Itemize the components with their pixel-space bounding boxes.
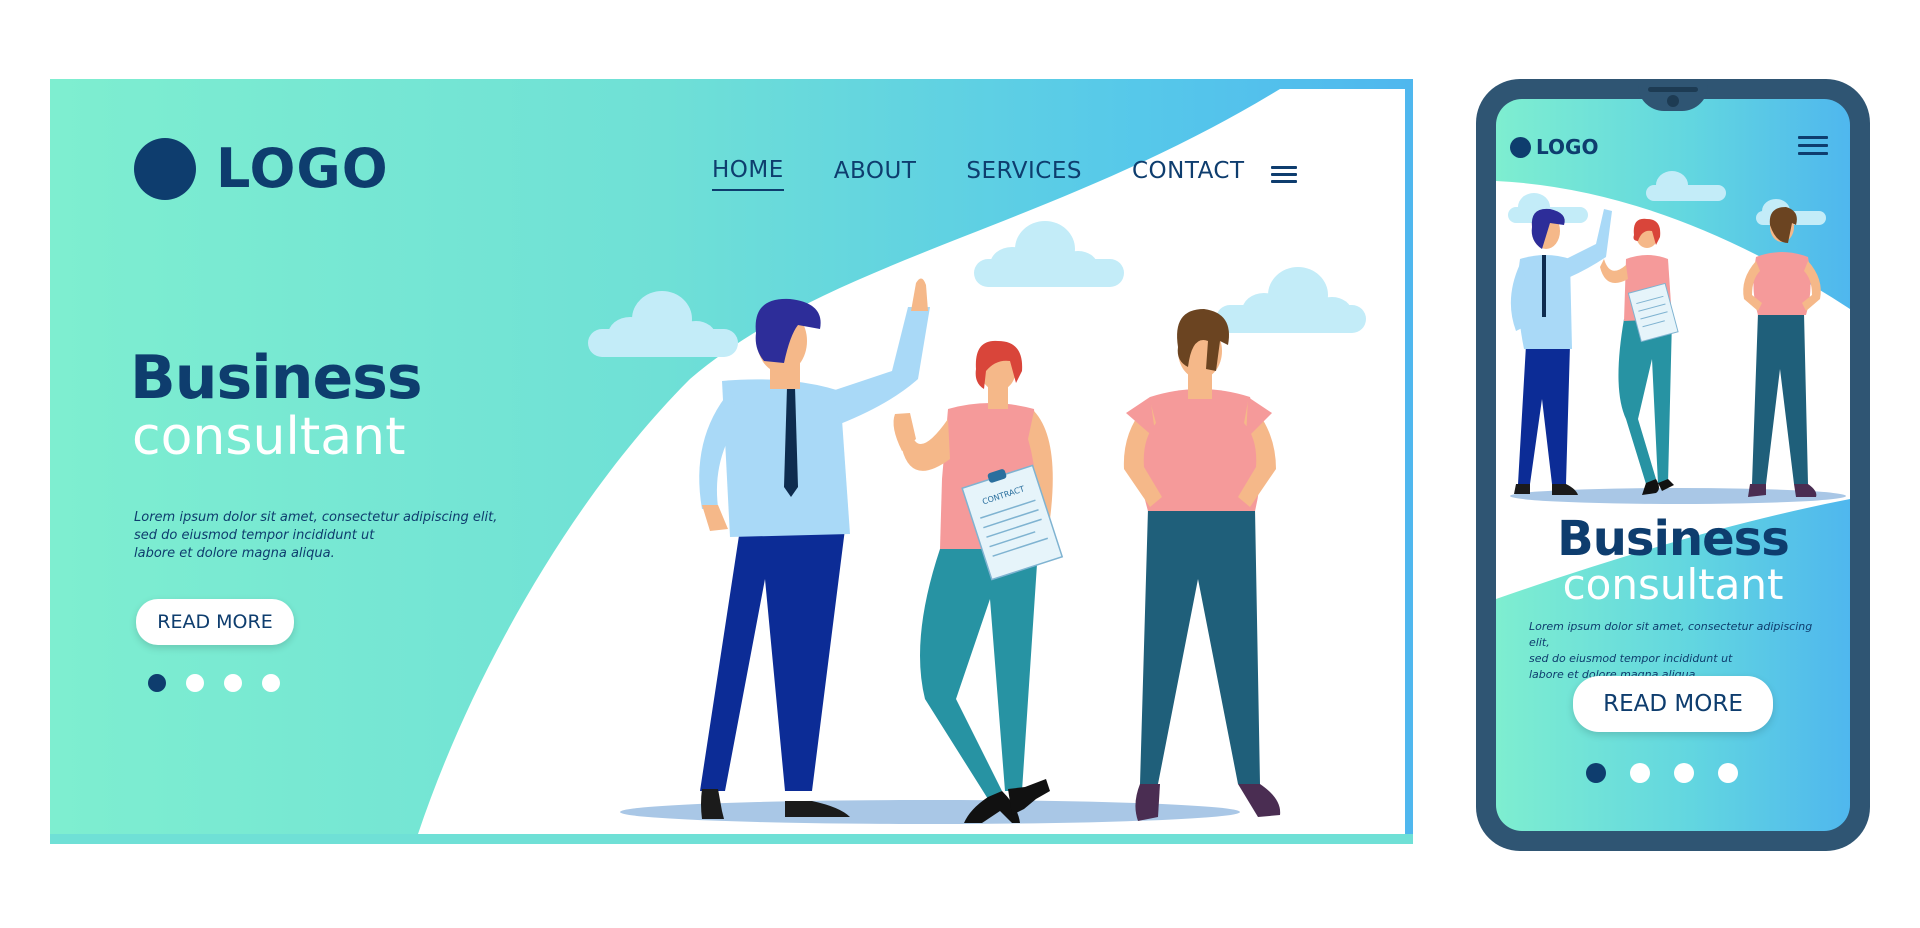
hero-body-text: Lorem ipsum dolor sit amet, consectetur … xyxy=(134,509,524,563)
nav-contact[interactable]: CONTACT xyxy=(1132,158,1245,190)
slide-dot-2[interactable] xyxy=(186,674,204,692)
main-nav: HOME ABOUT SERVICES CONTACT xyxy=(712,157,1297,191)
logo[interactable]: LOGO xyxy=(134,137,389,200)
hero-title: Business xyxy=(130,343,423,413)
mobile-logo-text: LOGO xyxy=(1536,135,1599,159)
slide-dot-4[interactable] xyxy=(262,674,280,692)
mobile-hero-body-text: Lorem ipsum dolor sit amet, consectetur … xyxy=(1529,619,1829,683)
logo-circle-icon xyxy=(134,137,196,200)
hero-body-line: labore et dolore magna aliqua. xyxy=(134,546,335,561)
mobile-hero-title: Business xyxy=(1557,511,1790,567)
read-more-button[interactable]: READ MORE xyxy=(136,599,294,645)
nav-about[interactable]: ABOUT xyxy=(834,158,917,190)
mobile-hero-body-line: Lorem ipsum dolor sit amet, consectetur … xyxy=(1529,620,1813,649)
nav-home[interactable]: HOME xyxy=(712,157,784,191)
hero-body-line: Lorem ipsum dolor sit amet, consectetur … xyxy=(134,510,498,525)
hero-body-line: sed do eiusmod tempor incididunt ut xyxy=(134,528,375,543)
cloud-icon xyxy=(1646,171,1726,201)
nav-services[interactable]: SERVICES xyxy=(966,158,1082,190)
slide-dot-1[interactable] xyxy=(148,674,166,692)
mobile-hero-body-line: sed do eiusmod tempor incididunt ut xyxy=(1529,652,1733,665)
hamburger-menu-icon[interactable] xyxy=(1270,165,1297,183)
hero-subtitle: consultant xyxy=(132,407,406,467)
mobile-slide-dot-1[interactable] xyxy=(1586,763,1606,783)
mobile-read-more-button[interactable]: READ MORE xyxy=(1573,676,1773,732)
mobile-phone-frame: LOGO Business consultant Lorem ipsum dol… xyxy=(1476,79,1870,851)
mobile-hamburger-menu-icon[interactable] xyxy=(1798,136,1828,155)
right-border xyxy=(1405,79,1413,844)
mobile-slide-dot-3[interactable] xyxy=(1674,763,1694,783)
phone-camera-icon xyxy=(1667,95,1679,107)
slider-pagination xyxy=(148,674,280,692)
mobile-slide-dot-4[interactable] xyxy=(1718,763,1738,783)
logo-text: LOGO xyxy=(216,137,389,200)
mobile-logo[interactable]: LOGO xyxy=(1510,135,1598,159)
bottom-border xyxy=(50,834,1413,844)
mobile-slide-dot-2[interactable] xyxy=(1630,763,1650,783)
mobile-hero-subtitle: consultant xyxy=(1562,560,1784,609)
cloud-icon xyxy=(588,291,738,357)
mobile-slider-pagination xyxy=(1586,763,1738,783)
mobile-screen: LOGO Business consultant Lorem ipsum dol… xyxy=(1496,99,1850,831)
slide-dot-3[interactable] xyxy=(224,674,242,692)
phone-speaker xyxy=(1648,87,1698,92)
desktop-landing-page: CONTRACT LOGO HOME ABOUT SERVICES CONTAC… xyxy=(50,79,1413,844)
logo-circle-icon xyxy=(1510,136,1531,158)
